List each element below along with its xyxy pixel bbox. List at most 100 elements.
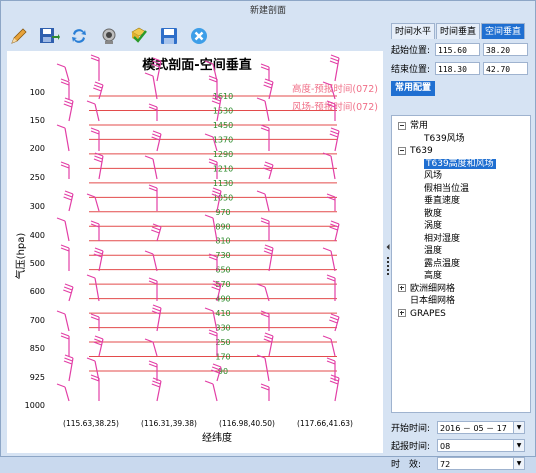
tree-item-label: 欧洲细网格 — [410, 283, 456, 294]
tree-item-label: 高度 — [424, 271, 443, 281]
start-hour-row: 起报时间: 08 ▼ — [391, 437, 533, 453]
legend-height: 高度-预报时间(072) — [292, 83, 378, 95]
chevron-down-icon[interactable]: ▼ — [513, 421, 524, 433]
tree-item[interactable]: 涡度 — [424, 220, 442, 232]
wind-barb — [56, 217, 70, 242]
wind-barb — [151, 130, 162, 152]
tree-item-label: 假相当位温 — [424, 183, 470, 194]
x-tick-label: (117.66,41.63) — [297, 419, 353, 428]
tree-item[interactable]: 温度 — [424, 245, 442, 257]
x-tick-label: (116.98,40.50) — [219, 419, 275, 428]
tree-item-label: GRAPES — [410, 308, 446, 319]
wind-barb — [260, 63, 270, 81]
refresh-icon[interactable] — [67, 24, 91, 48]
tree-item[interactable]: 相对湿度 — [424, 233, 460, 245]
wind-barb — [322, 152, 336, 180]
wind-barb — [60, 78, 70, 99]
y-tick-label: 200 — [30, 144, 45, 153]
start-lon-input[interactable]: 115.60 — [435, 43, 480, 56]
expand-icon[interactable] — [398, 309, 406, 317]
wind-barb — [60, 244, 70, 271]
tree-item-label: T639高度和风场 — [424, 158, 496, 169]
wind-barb — [86, 274, 100, 302]
y-tick-label: 925 — [30, 373, 45, 382]
wind-barb — [90, 313, 100, 331]
y-tick-label: 150 — [30, 116, 45, 125]
wind-barb — [211, 363, 222, 382]
y-tick-label: 700 — [30, 316, 45, 325]
wind-barb — [322, 247, 336, 272]
config-header: 常用配置 — [391, 81, 533, 96]
tree-item[interactable]: GRAPES — [398, 308, 446, 320]
y-axis-label: 气压(hpa) — [14, 233, 27, 280]
approve-icon[interactable] — [127, 24, 151, 48]
end-position-row: 结束位置: 118.30 42.70 — [391, 60, 533, 77]
tree-item[interactable]: 高度 — [424, 270, 442, 282]
wind-barb — [260, 383, 270, 401]
height-contour-label: 410 — [215, 309, 230, 318]
tree-item-label: T639风场 — [424, 133, 465, 144]
tab-time-horizontal[interactable]: 时间水平 — [391, 23, 436, 39]
tree-item[interactable]: 垂直速度 — [424, 195, 460, 207]
wind-barb — [151, 377, 162, 402]
tree-item[interactable]: T639高度和风场 — [424, 158, 496, 170]
tree-item[interactable]: 露点温度 — [424, 258, 460, 270]
tree-item[interactable]: 假相当位温 — [424, 183, 469, 195]
tree-item[interactable]: 风场 — [424, 170, 442, 182]
save-as-icon[interactable] — [37, 24, 61, 48]
valid-select[interactable]: 72 ▼ — [437, 456, 525, 470]
collapse-icon[interactable] — [398, 146, 406, 155]
tree-item[interactable]: T639风场 — [424, 133, 465, 145]
tree-item[interactable]: 散度 — [424, 208, 442, 220]
y-tick-label: 850 — [30, 344, 45, 353]
wind-barb — [90, 220, 100, 241]
x-tick-label: (116.31,39.38) — [141, 419, 197, 428]
tree-item[interactable]: 常用 — [398, 120, 428, 132]
height-contour-label: 1530 — [213, 106, 233, 115]
wind-barb — [256, 190, 270, 212]
collapse-icon[interactable] — [398, 121, 406, 130]
tree-item[interactable]: 日本细网格 — [410, 295, 455, 307]
wind-barb — [86, 100, 100, 122]
pencil-icon[interactable] — [7, 24, 31, 48]
height-contour-label: 1130 — [213, 179, 233, 188]
tree-item-label: 露点温度 — [424, 258, 461, 269]
chart-panel: 模式剖面-空间垂直 高度-预报时间(072) 风场-预报时间(072) 气压(hpa)… — [7, 51, 383, 453]
save-icon[interactable] — [157, 24, 181, 48]
wind-barb — [329, 313, 340, 332]
right-panel: 时间水平 时间垂直 空间垂直 起始位置: 115.60 38.20 结束位置: … — [391, 23, 533, 470]
tree-item[interactable]: T639 — [398, 145, 433, 157]
height-contour-label: 1290 — [213, 150, 233, 159]
wind-barb — [90, 374, 100, 401]
y-tick-label: 600 — [30, 287, 45, 296]
wind-barb — [56, 383, 70, 402]
wind-barb — [93, 247, 104, 272]
wind-barb — [90, 54, 100, 81]
start-time-picker[interactable]: 2016 － 05 － 17 ▼ — [437, 420, 525, 434]
camera-icon[interactable] — [97, 24, 121, 48]
tab-space-vertical[interactable]: 空间垂直 — [481, 23, 526, 39]
start-lat-input[interactable]: 38.20 — [483, 43, 528, 56]
wind-barb — [326, 193, 336, 211]
tree-item-label: 风场 — [424, 171, 443, 181]
start-hour-select[interactable]: 08 ▼ — [437, 438, 525, 452]
wind-barb — [144, 155, 158, 180]
wind-barb — [63, 97, 74, 122]
wind-barb — [256, 354, 270, 382]
tab-time-vertical[interactable]: 时间垂直 — [436, 23, 481, 39]
chevron-down-icon[interactable]: ▼ — [513, 457, 524, 469]
end-lon-input[interactable]: 118.30 — [435, 62, 480, 75]
height-contour-label: 330 — [215, 324, 230, 333]
chevron-down-icon[interactable]: ▼ — [513, 439, 524, 451]
wind-barb — [322, 335, 336, 357]
start-hour-label: 起报时间: — [391, 441, 431, 452]
end-lat-input[interactable]: 42.70 — [483, 62, 528, 75]
expand-icon[interactable] — [398, 284, 406, 292]
wind-barb — [93, 152, 104, 180]
tree-item[interactable]: 欧洲细网格 — [398, 283, 455, 295]
end-position-label: 结束位置: — [391, 65, 431, 75]
close-icon[interactable] — [187, 24, 211, 48]
height-contour-label: 170 — [215, 353, 230, 362]
wind-barb — [93, 335, 104, 357]
height-contour-label: 570 — [215, 280, 230, 289]
